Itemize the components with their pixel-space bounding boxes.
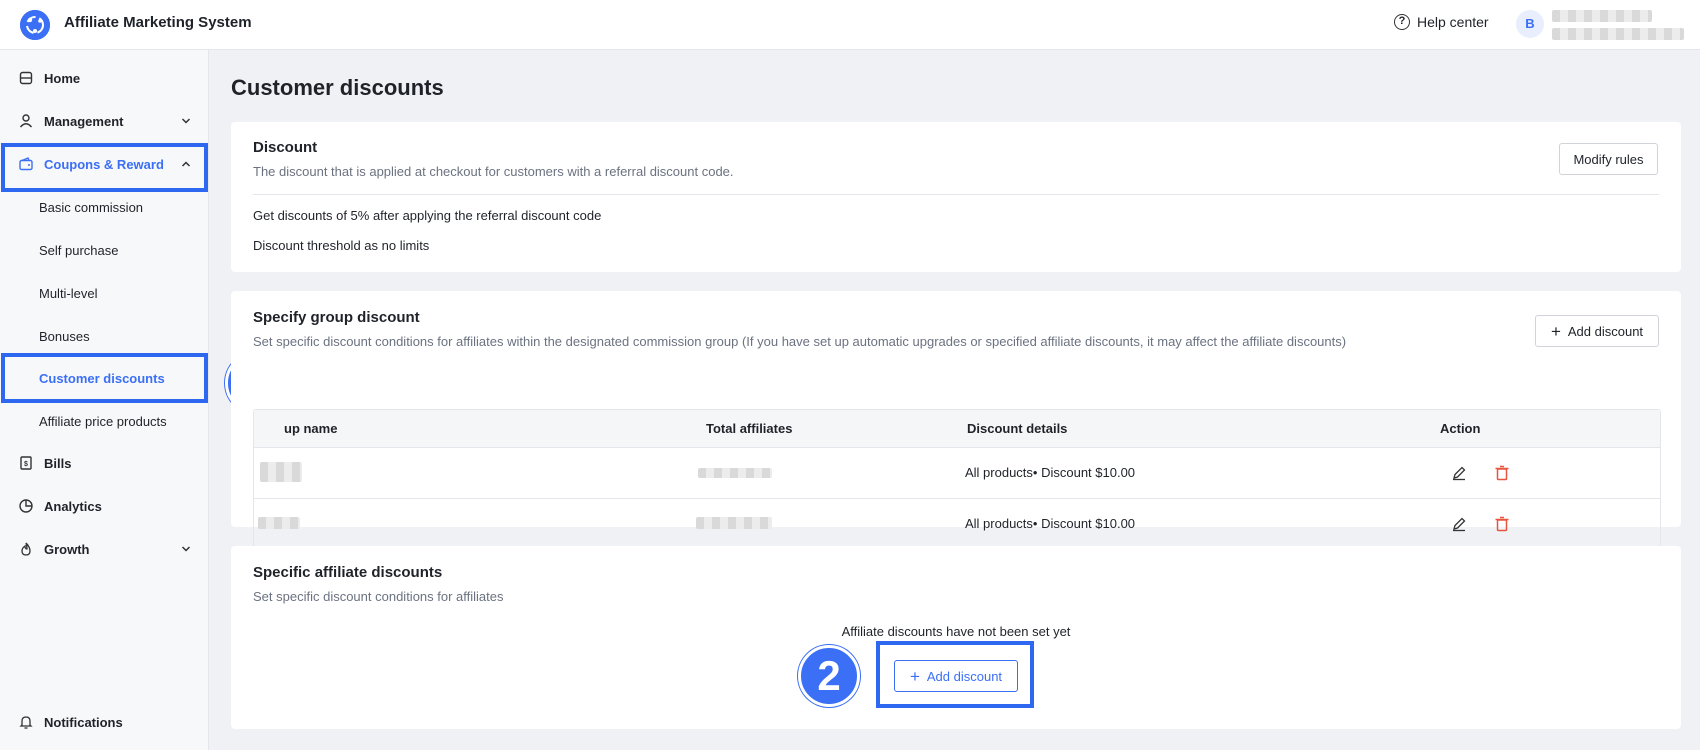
column-header-group-name: up name [284, 421, 338, 436]
delete-icon[interactable] [1493, 464, 1511, 482]
column-header-discount-details: Discount details [967, 421, 1068, 436]
help-center-label: Help center [1417, 14, 1489, 30]
column-header-total-affiliates: Total affiliates [706, 421, 793, 436]
divider [253, 194, 1659, 195]
group-name-redacted [260, 462, 302, 482]
add-group-discount-button[interactable]: + Add discount [1535, 315, 1659, 347]
discount-details-cell: All products• Discount $10.00 [965, 516, 1136, 531]
pie-chart-icon [19, 499, 33, 513]
modify-rules-button[interactable]: Modify rules [1559, 143, 1658, 175]
avatar[interactable]: B [1516, 10, 1544, 38]
home-icon [19, 71, 33, 85]
discount-title: Discount [253, 139, 318, 156]
step-2-marker: 2 [798, 645, 860, 707]
highlight-customer-discounts [1, 353, 208, 403]
sidebar-item-label: Home [44, 70, 81, 86]
chevron-down-icon [181, 546, 191, 552]
sidebar-item-bills[interactable]: $ Bills [0, 443, 209, 483]
user-email-redacted [1552, 28, 1684, 40]
page-title: Customer discounts [231, 75, 444, 100]
discount-card: Discount The discount that is applied at… [231, 122, 1681, 272]
discount-details-cell: All products• Discount $10.00 [965, 465, 1136, 480]
group-discount-title: Specify group discount [253, 309, 420, 326]
sidebar-sub-label: Basic commission [39, 199, 144, 215]
table-row: All products• Discount $10.00 [254, 499, 1660, 550]
svg-text:$: $ [24, 461, 28, 468]
sidebar-item-label: Bills [44, 455, 72, 471]
sidebar-sub-bonuses[interactable]: Bonuses [0, 316, 209, 356]
sidebar-sub-label: Multi-level [39, 285, 98, 301]
sidebar-item-analytics[interactable]: Analytics [0, 486, 209, 526]
group-name-redacted [258, 517, 300, 529]
column-header-action: Action [1440, 421, 1481, 436]
top-bar: Affiliate Marketing System ? Help center… [0, 0, 1700, 50]
total-affiliates-redacted [698, 468, 772, 478]
app-title: Affiliate Marketing System [64, 14, 252, 31]
sidebar-item-label: Growth [44, 541, 90, 557]
chevron-down-icon [181, 118, 191, 124]
help-icon: ? [1394, 14, 1410, 30]
add-discount-label: Add discount [1567, 323, 1644, 339]
sidebar-item-label: Analytics [44, 498, 102, 514]
delete-icon[interactable] [1493, 515, 1511, 533]
sidebar-sub-label: Bonuses [39, 328, 90, 344]
user-name-redacted [1552, 10, 1652, 22]
sidebar-sub-self-purchase[interactable]: Self purchase [0, 230, 209, 270]
edit-icon[interactable] [1450, 515, 1468, 533]
discount-rule-text: Get discounts of 5% after applying the r… [253, 208, 602, 223]
sidebar-sub-label: Self purchase [39, 242, 119, 258]
sidebar-item-management[interactable]: Management [0, 101, 209, 141]
sidebar-item-home[interactable]: Home [0, 58, 209, 98]
bell-icon [19, 716, 33, 729]
table-header: up name Total affiliates Discount detail… [254, 410, 1660, 448]
table-row: All products• Discount $10.00 [254, 448, 1660, 499]
edit-icon[interactable] [1450, 464, 1468, 482]
sidebar-item-growth[interactable]: Growth [0, 529, 209, 569]
sidebar-sub-multi-level[interactable]: Multi-level [0, 273, 209, 313]
group-discount-card: Specify group discount Set specific disc… [231, 291, 1681, 551]
sidebar-sub-basic-commission[interactable]: Basic commission [0, 187, 209, 227]
plus-icon: + [1550, 321, 1561, 341]
app-logo [20, 10, 50, 40]
sidebar-sub-label: Affiliate price products [39, 413, 167, 429]
group-discount-description: Set specific discount conditions for aff… [253, 334, 1347, 349]
sidebar-item-label: Management [44, 113, 124, 129]
help-center-link[interactable]: ? Help center [1394, 14, 1489, 30]
sidebar-item-label: Notifications [44, 714, 123, 730]
bill-icon: $ [20, 456, 32, 470]
total-affiliates-redacted [696, 517, 772, 529]
group-discount-table: up name Total affiliates Discount detail… [253, 409, 1661, 551]
affiliate-discount-title: Specific affiliate discounts [253, 564, 443, 581]
sidebar-item-notifications[interactable]: Notifications [0, 702, 209, 742]
empty-state-text: Affiliate discounts have not been set ye… [841, 624, 1071, 639]
sidebar-sub-affiliate-price-products[interactable]: Affiliate price products [0, 401, 209, 441]
discount-threshold-text: Discount threshold as no limits [253, 238, 430, 253]
affiliate-discount-description: Set specific discount conditions for aff… [253, 589, 504, 604]
user-icon [19, 114, 33, 128]
flame-icon [21, 542, 31, 556]
discount-description: The discount that is applied at checkout… [253, 164, 734, 179]
highlight-add-discount [876, 641, 1034, 708]
highlight-coupons-reward [1, 143, 208, 192]
